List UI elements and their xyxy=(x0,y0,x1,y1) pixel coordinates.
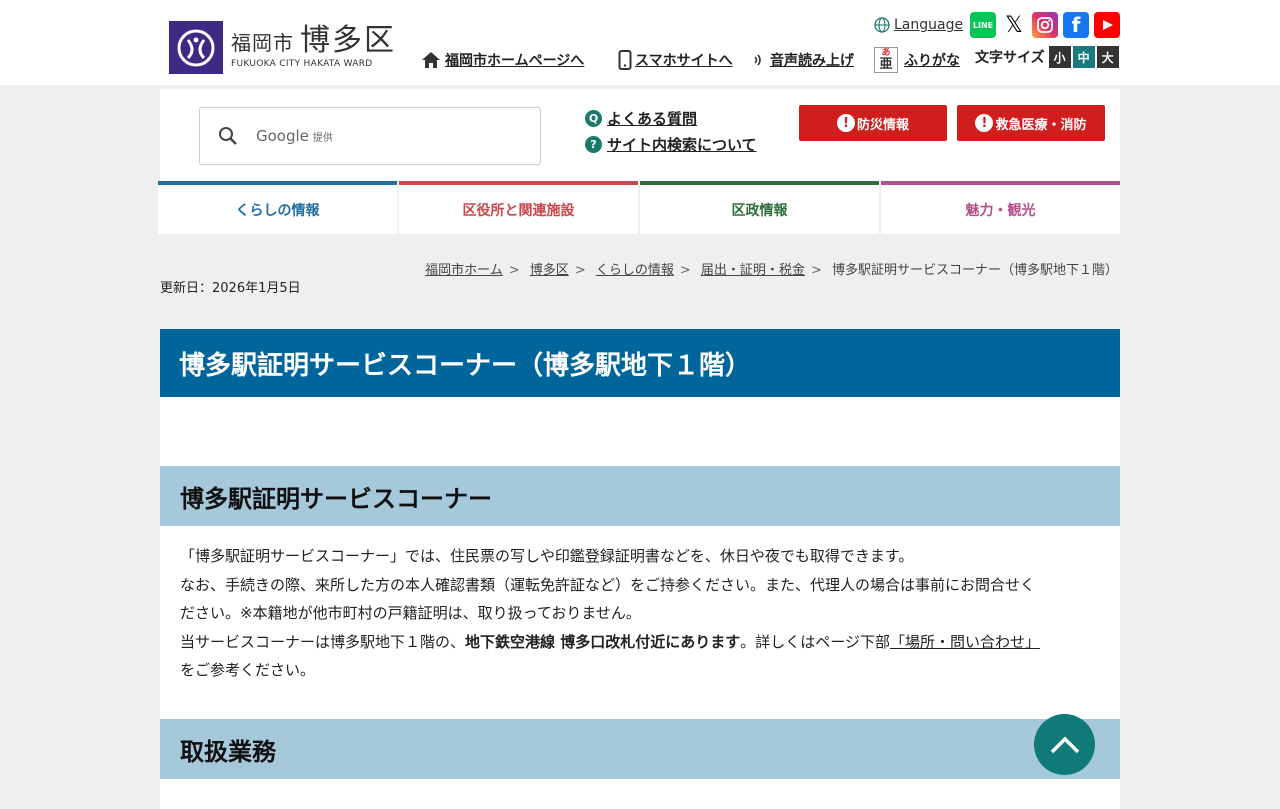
chevron-up-icon xyxy=(1050,736,1079,753)
search-icon xyxy=(219,127,237,145)
faq-link[interactable]: Q よくある質問 xyxy=(585,105,757,131)
city-emblem-icon xyxy=(169,21,223,74)
breadcrumb-current: 博多駅証明サービスコーナー（博多駅地下１階） xyxy=(831,263,1118,278)
logo-ward-text: 博多区 xyxy=(300,23,396,58)
back-to-top-button[interactable] xyxy=(1034,714,1095,775)
emergency-medical-button[interactable]: ! 救急医療・消防 xyxy=(957,105,1105,141)
youtube-icon[interactable] xyxy=(1094,12,1120,38)
site-header: 福岡市 博多区 FUKUOKA CITY HAKATA WARD Languag… xyxy=(0,0,1280,85)
logo-city-text: 福岡市 xyxy=(231,31,294,55)
breadcrumb-link[interactable]: くらしの情報 xyxy=(596,263,674,278)
breadcrumb-link[interactable]: 博多区 xyxy=(530,263,569,278)
facebook-icon[interactable]: f xyxy=(1063,12,1089,38)
sns-links: LINE 𝕏 f xyxy=(970,12,1120,38)
smartphone-icon xyxy=(618,50,632,70)
global-nav: くらしの情報 区役所と関連施設 区政情報 魅力・観光 xyxy=(158,181,1120,234)
sound-waves-icon xyxy=(754,54,761,66)
logo-english-text: FUKUOKA CITY HAKATA WARD xyxy=(231,59,373,69)
q-icon: Q xyxy=(585,109,602,127)
breadcrumb-link[interactable]: 福岡市ホーム xyxy=(425,263,503,278)
instagram-icon[interactable] xyxy=(1032,12,1058,38)
font-size-large-button[interactable]: 大 xyxy=(1096,46,1119,68)
font-size-controls: 文字サイズ 小 中 大 xyxy=(975,46,1119,68)
furigana-icon: あ亜 xyxy=(874,47,898,73)
about-search-link[interactable]: ? サイト内検索について xyxy=(585,131,757,157)
font-size-medium-button[interactable]: 中 xyxy=(1072,46,1095,68)
breadcrumb: 福岡市ホーム > 博多区 > くらしの情報 > 届出・証明・税金 > 博多駅証明サービス… xyxy=(425,263,1118,278)
x-icon[interactable]: 𝕏 xyxy=(1001,12,1027,38)
disaster-info-button[interactable]: ! 防災情報 xyxy=(799,105,947,141)
paragraph: 当サービスコーナーは博多駅地下１階の、地下鉄空港線 博多口改札付近にあります。詳… xyxy=(180,632,1040,680)
updated-date: 更新日：2026年1月5日 xyxy=(160,281,301,296)
furigana-link[interactable]: あ亜 ふりがな xyxy=(874,47,960,73)
breadcrumb-link[interactable]: 届出・証明・税金 xyxy=(701,263,805,278)
spacer xyxy=(160,397,1120,466)
nav-attractions[interactable]: 魅力・観光 xyxy=(881,181,1120,234)
main-content: Google 提供 Q よくある質問 ? サイト内検索について ! 防災情報 ! 救急医療… xyxy=(158,89,1120,809)
paragraph: なお、手続きの際、来所した方の本人確認書類（運転免許証など）をご持参ください。ま… xyxy=(180,575,1036,623)
exclamation-icon: ! xyxy=(975,114,994,132)
voice-reading-link[interactable]: 音声読み上げ xyxy=(752,50,854,70)
site-logo[interactable]: 福岡市 博多区 FUKUOKA CITY HAKATA WARD xyxy=(169,21,396,74)
section-heading: 取扱業務 xyxy=(160,719,1120,779)
section-heading: 博多駅証明サービスコーナー xyxy=(160,466,1120,526)
font-size-label: 文字サイズ xyxy=(975,50,1045,66)
location-contact-link[interactable]: 「場所・問い合わせ」 xyxy=(890,633,1040,651)
paragraph: 「博多駅証明サービスコーナー」では、住民票の写しや印鑑登録証明書などを、休日や夜… xyxy=(180,547,914,565)
language-link[interactable]: Language xyxy=(874,17,963,33)
page-title: 博多駅証明サービスコーナー（博多駅地下１階） xyxy=(160,329,1120,397)
nav-living-info[interactable]: くらしの情報 xyxy=(158,181,397,234)
exclamation-icon: ! xyxy=(836,114,855,132)
site-search-input[interactable]: Google 提供 xyxy=(199,107,541,165)
nav-ward-office[interactable]: 区役所と関連施設 xyxy=(399,181,638,234)
nav-ward-admin[interactable]: 区政情報 xyxy=(640,181,879,234)
globe-icon xyxy=(874,17,890,33)
section-body: 「博多駅証明サービスコーナー」では、住民票の写しや印鑑登録証明書などを、休日や夜… xyxy=(160,526,1120,719)
question-icon: ? xyxy=(585,135,602,153)
section-body xyxy=(160,779,1120,809)
home-icon xyxy=(422,52,440,68)
city-home-link[interactable]: 福岡市ホームページへ xyxy=(421,50,584,70)
smartphone-site-link[interactable]: スマホサイトへ xyxy=(618,50,733,70)
search-provider-label: Google 提供 xyxy=(256,127,333,145)
font-size-small-button[interactable]: 小 xyxy=(1048,46,1071,68)
search-area: Google 提供 Q よくある質問 ? サイト内検索について ! 防災情報 ! 救急医療… xyxy=(160,89,1120,181)
line-icon[interactable]: LINE xyxy=(970,12,996,38)
